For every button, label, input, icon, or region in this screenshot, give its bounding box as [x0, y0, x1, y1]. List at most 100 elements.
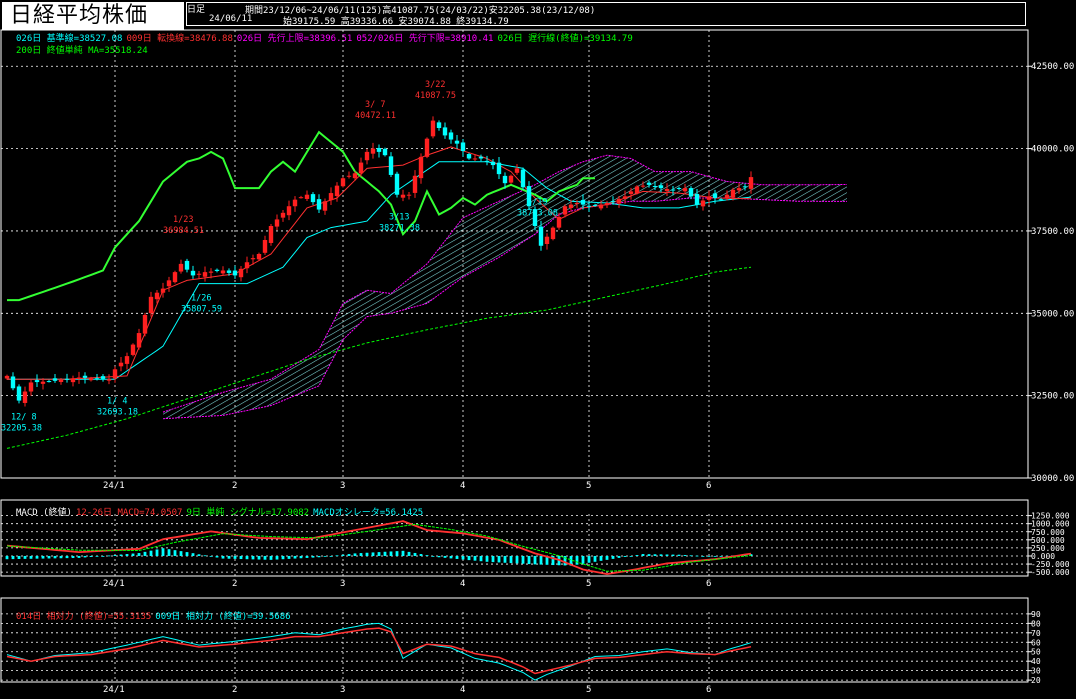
candle-body: [538, 226, 544, 246]
rsi-y-tick-label: 40: [1031, 657, 1041, 666]
candle-body: [28, 382, 34, 392]
candle-body: [436, 122, 442, 128]
macd-oscillator-bar: [275, 555, 279, 560]
candle-body: [400, 194, 406, 198]
macd-oscillator-bar: [599, 555, 603, 561]
rsi9-line: [6, 622, 752, 681]
annotation-date-label: 3/13: [389, 213, 409, 223]
candle-body: [244, 262, 250, 269]
candle-body: [328, 193, 334, 201]
x-tick-label: 6: [706, 579, 711, 589]
annotation-date-label: 1/23: [173, 215, 193, 225]
candle-body: [748, 177, 754, 189]
candle-body: [370, 148, 376, 154]
candle-body: [376, 147, 382, 152]
candle-body: [610, 201, 616, 203]
candle-body: [124, 356, 130, 364]
macd-oscillator-bar: [77, 555, 81, 558]
macd-oscillator-bar: [437, 555, 441, 558]
candle-body: [64, 378, 70, 380]
candle-body: [712, 193, 718, 198]
candle-body: [166, 280, 172, 287]
candle-body: [232, 270, 238, 276]
candle-body: [694, 193, 700, 205]
candle-body: [496, 162, 502, 175]
macd-oscillator-bar: [527, 555, 531, 565]
candle-body: [172, 272, 178, 283]
candle-body: [88, 378, 94, 381]
candle-body: [634, 186, 640, 194]
macd-oscillator-bar: [581, 555, 585, 564]
macd-oscillator-bar: [683, 555, 687, 556]
candle-body: [652, 186, 658, 188]
candle-body: [16, 386, 22, 401]
macd-oscillator-bar: [203, 555, 207, 557]
macd-oscillator-bar: [143, 551, 147, 556]
macd-oscillator-bar: [455, 555, 459, 559]
macd-oscillator-bar: [677, 554, 681, 556]
macd-oscillator-bar: [323, 555, 327, 557]
candle-body: [406, 194, 412, 196]
macd-oscillator-bar: [5, 555, 9, 560]
macd-oscillator-bar: [635, 555, 639, 556]
macd-oscillator-bar: [131, 553, 135, 556]
macd-oscillator-bar: [305, 555, 309, 558]
macd-oscillator-bar: [173, 550, 177, 556]
candle-body: [58, 380, 64, 383]
macd-oscillator-bar: [707, 555, 711, 557]
main-y-tick-label: 42500.00: [1031, 62, 1074, 72]
candle-body: [508, 175, 514, 183]
candle-body: [580, 199, 586, 205]
candle-body: [184, 260, 190, 270]
x-tick-label: 3: [340, 579, 345, 589]
macd-oscillator-bar: [407, 551, 411, 556]
macd-oscillator-bar: [449, 555, 453, 559]
x-tick-label: 2: [232, 579, 237, 589]
rsi-y-tick-label: 30: [1031, 667, 1041, 676]
macd-oscillator-bar: [347, 554, 351, 556]
macd-oscillator-bar: [287, 555, 291, 559]
candle-body: [202, 272, 208, 277]
rsi-y-tick-label: 90: [1031, 610, 1041, 619]
candle-body: [718, 199, 724, 201]
candle-body: [646, 182, 652, 185]
macd-oscillator-bar: [401, 550, 405, 556]
macd-signal-line: [6, 523, 752, 572]
macd-oscillator-bar: [425, 555, 429, 556]
annotation-date-label: 3/22: [425, 80, 445, 90]
macd-oscillator-bar: [605, 555, 609, 560]
macd-oscillator-bar: [251, 555, 255, 560]
macd-oscillator-bar: [125, 554, 129, 556]
candle-body: [682, 188, 688, 192]
candle-body: [448, 132, 454, 140]
x-tick-label: 2: [232, 685, 237, 695]
macd-oscillator-bar: [689, 555, 693, 557]
candle-body: [388, 156, 394, 175]
candle-body: [676, 187, 682, 189]
candle-body: [640, 185, 646, 187]
candle-body: [70, 378, 76, 383]
macd-oscillator-bar: [419, 554, 423, 556]
macd-oscillator-bar: [317, 555, 321, 558]
candle-body: [418, 156, 424, 179]
candle-body: [280, 212, 286, 218]
macd-oscillator-bar: [335, 555, 339, 557]
x-tick-label: 24/1: [103, 685, 125, 695]
rsi-y-tick-label: 20: [1031, 676, 1041, 685]
annotation-price-label: 40472.11: [355, 111, 396, 121]
macd-oscillator-bar: [89, 555, 93, 557]
candle-body: [238, 268, 244, 278]
macd-oscillator-bar: [365, 552, 369, 556]
macd-oscillator-bar: [701, 555, 705, 557]
macd-oscillator-bar: [695, 555, 699, 557]
candle-body: [346, 175, 352, 177]
candle-body: [478, 156, 484, 159]
candle-body: [562, 206, 568, 215]
main-panel-frame: [0, 29, 1029, 479]
candle-body: [4, 375, 10, 379]
candle-body: [268, 226, 274, 243]
macd-oscillator-bar: [485, 555, 489, 562]
candle-body: [592, 205, 598, 207]
macd-oscillator-bar: [245, 555, 249, 560]
macd-oscillator-bar: [35, 555, 39, 559]
